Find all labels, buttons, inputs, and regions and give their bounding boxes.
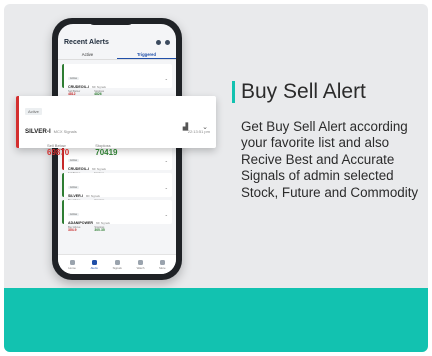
feature-card: Recent Alerts Active Triggered Active CR… <box>4 4 428 352</box>
list-item[interactable]: Active ADANIPOWER MF Signals Buy Above 304… <box>62 200 172 232</box>
nav-home[interactable]: Home <box>68 259 76 270</box>
symbol: CRUDEOIL-IMF Signals <box>68 167 106 171</box>
status-bar <box>58 24 176 34</box>
nav-more[interactable]: More <box>159 259 166 270</box>
notification-icon[interactable] <box>165 39 170 45</box>
chart-icon[interactable]: ▟ <box>183 123 188 131</box>
source: MF Signals <box>91 167 106 171</box>
signal-icon <box>114 259 120 265</box>
alert-popup-card[interactable]: Active SILVER-I MCX Signals 22:13:51 pm S… <box>16 96 216 157</box>
list-item[interactable]: Active CRUDEOIL-IMF Signals Sell Below48… <box>62 64 172 96</box>
app-bar: Recent Alerts <box>58 34 176 50</box>
status-badge: Active <box>68 213 80 216</box>
bell-icon <box>91 259 97 265</box>
symbol: CRUDEOIL-IMF Signals <box>68 85 106 89</box>
filter-icon[interactable] <box>156 39 161 45</box>
symbol: SILVER-I MF Signals <box>68 194 100 198</box>
chevron-down-icon[interactable]: ⌄ <box>165 76 168 81</box>
status-badge: Active <box>68 186 80 189</box>
status-badge: Active <box>25 108 42 115</box>
more-icon <box>159 259 165 265</box>
accent-bar <box>232 81 235 103</box>
chevron-down-icon[interactable]: ⌄ <box>202 123 208 131</box>
stoploss-value: Stoploss 300.35 <box>94 226 105 233</box>
tab-triggered[interactable]: Triggered <box>117 50 176 59</box>
phone-notch <box>88 18 134 25</box>
tab-active[interactable]: Active <box>58 50 117 59</box>
page-title: Buy Sell Alert <box>241 80 366 103</box>
feature-description: Get Buy Sell Alert according your favori… <box>241 119 419 200</box>
home-icon <box>69 259 75 265</box>
symbol: ADANIPOWER MF Signals <box>68 221 110 225</box>
popup-source: MCX Signals <box>53 129 77 134</box>
source: MF Signals <box>85 194 100 198</box>
bottom-band <box>4 288 428 352</box>
popup-sell-value: Sell Below 69870 <box>47 143 70 157</box>
sell-value: Buy Above 304.9 <box>68 226 81 233</box>
nav-watch[interactable]: Watch <box>137 259 144 270</box>
chevron-down-icon[interactable]: ⌄ <box>165 158 168 163</box>
chevron-down-icon[interactable]: ⌄ <box>165 212 168 217</box>
alert-tabs: Active Triggered <box>58 50 176 60</box>
app-title: Recent Alerts <box>64 38 109 46</box>
status-badge: Active <box>68 77 80 80</box>
chevron-down-icon[interactable]: ⌄ <box>165 185 168 190</box>
bottom-nav: Home Alerts Signals Watch More <box>58 254 176 274</box>
headline: Buy Sell Alert <box>232 80 366 104</box>
popup-symbol: SILVER-I <box>25 128 51 135</box>
watchlist-icon <box>138 259 143 265</box>
list-item[interactable]: Active SILVER-IMF Signals Buy Above69950… <box>62 173 172 205</box>
status-badge: Active <box>68 159 80 162</box>
nav-alerts[interactable]: Alerts <box>91 259 98 270</box>
popup-stoploss-value: Stoploss 70419 <box>95 143 118 157</box>
source: MF Signals <box>95 221 110 225</box>
source: MF Signals <box>91 85 106 89</box>
nav-signals[interactable]: Signals <box>113 259 122 270</box>
